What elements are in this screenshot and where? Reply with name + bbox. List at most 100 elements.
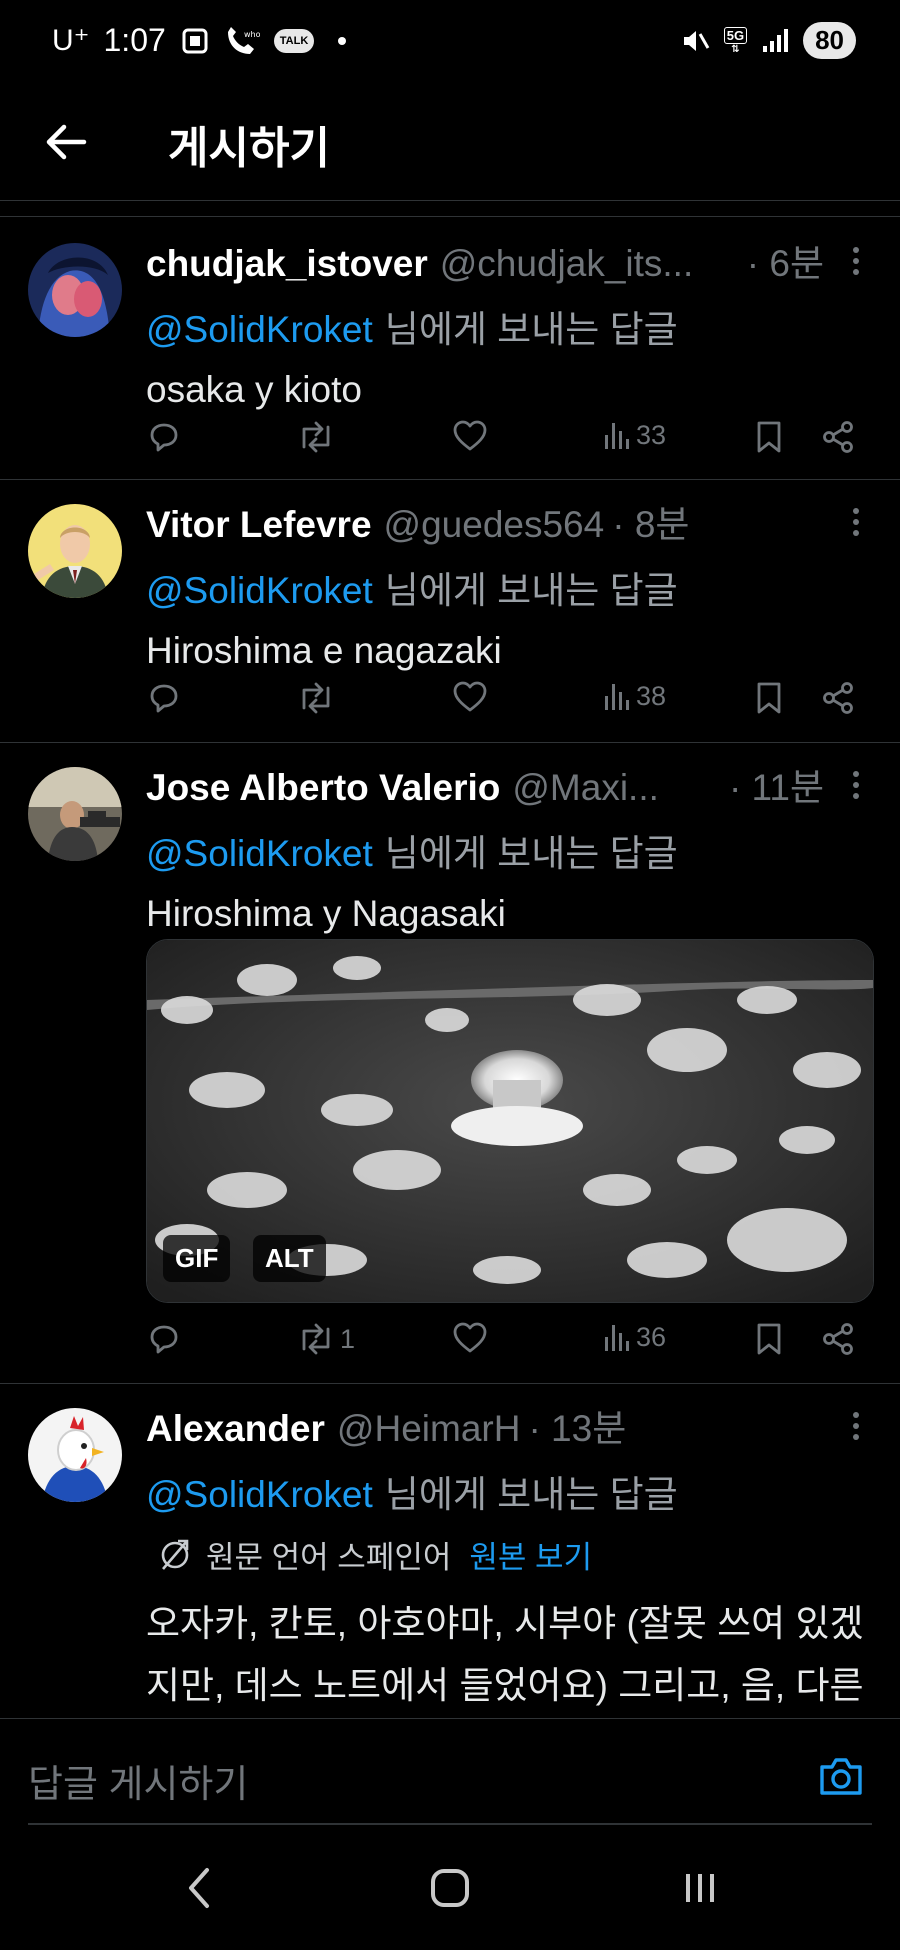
- bookmark-button[interactable]: [754, 419, 784, 455]
- more-options-button[interactable]: [836, 241, 876, 281]
- reply-context: @SolidKroket 님에게 보내는 답글: [146, 823, 876, 877]
- alt-badge[interactable]: ALT: [253, 1235, 326, 1282]
- reply-tweet[interactable]: Jose Alberto Valerio @Maxi... · 11분 @Sol…: [0, 743, 900, 1384]
- tweet-time: · 11분: [728, 767, 824, 808]
- retweet-button[interactable]: [296, 680, 340, 716]
- share-button[interactable]: [820, 680, 856, 716]
- tweet-actions: 1 36: [146, 1321, 880, 1365]
- reply-context-label: 님에게 보내는 답글: [384, 570, 678, 611]
- author-handle[interactable]: @HeimarH: [337, 1408, 521, 1450]
- screenshot-icon: [180, 26, 210, 56]
- network-label: 5G: [723, 26, 748, 44]
- bookmark-icon: [757, 1323, 781, 1355]
- nav-back-button[interactable]: [170, 1860, 226, 1916]
- carrier-label: U⁺: [52, 24, 90, 57]
- show-original-link[interactable]: 원본 보기: [469, 1532, 592, 1577]
- views-icon: [605, 1325, 629, 1351]
- tweet-time: · 6분: [746, 243, 824, 284]
- battery-indicator: 80: [803, 22, 856, 59]
- bookmark-button[interactable]: [754, 680, 784, 716]
- bookmark-icon: [757, 421, 781, 453]
- network-5g-icon: 5G ⇅: [723, 26, 748, 55]
- share-icon: [823, 682, 853, 714]
- retweet-icon: [302, 1323, 330, 1355]
- nav-recents-button[interactable]: [670, 1860, 730, 1916]
- mention-link[interactable]: @SolidKroket: [146, 570, 373, 611]
- status-bar: U⁺ 1:07 who TALK 5G ⇅ 80: [0, 0, 900, 84]
- tweet-actions: 33: [146, 419, 880, 463]
- bookmark-button[interactable]: [754, 1321, 784, 1357]
- views-count: 36: [636, 1321, 667, 1352]
- author-handle[interactable]: @guedes564: [384, 504, 605, 546]
- camera-button[interactable]: [818, 1755, 864, 1802]
- more-options-button[interactable]: [836, 502, 876, 542]
- reply-icon: [150, 1325, 178, 1354]
- reply-feed[interactable]: chudjak_istover @chudjak_its... · 6분 @So…: [0, 216, 900, 1719]
- views-icon: [605, 684, 629, 710]
- tweet-time: · 13분: [528, 1408, 627, 1449]
- more-icon: [853, 771, 859, 777]
- avatar[interactable]: [28, 1408, 122, 1502]
- reply-button[interactable]: [146, 419, 182, 455]
- author-handle[interactable]: @chudjak_its...: [440, 243, 694, 285]
- author-handle[interactable]: @Maxi...: [512, 767, 659, 809]
- nav-home-icon: [431, 1869, 469, 1907]
- retweet-button[interactable]: 1: [296, 1321, 355, 1357]
- avatar[interactable]: [28, 243, 122, 337]
- reply-context-label: 님에게 보내는 답글: [384, 833, 678, 874]
- tweet-text: 오자카, 칸토, 아호야마, 시부야 (잘못 쓰여 있겠지만, 데스 노트에서 …: [146, 1603, 864, 1706]
- like-button[interactable]: [452, 419, 488, 453]
- share-icon: [823, 421, 853, 453]
- reply-input[interactable]: 답글 게시하기: [28, 1753, 248, 1808]
- author-name[interactable]: Jose Alberto Valerio: [146, 767, 500, 809]
- like-icon: [453, 681, 487, 712]
- reply-tweet[interactable]: chudjak_istover @chudjak_its... · 6분 @So…: [0, 217, 900, 480]
- system-nav-bar: [0, 1828, 900, 1950]
- nav-back-icon: [189, 1868, 209, 1908]
- camera-icon: [820, 1758, 862, 1795]
- reply-context: @SolidKroket 님에게 보내는 답글: [146, 1464, 876, 1518]
- like-icon: [453, 1322, 487, 1353]
- reply-icon: [150, 684, 178, 713]
- notification-dot-icon: [338, 36, 347, 45]
- mention-link[interactable]: @SolidKroket: [146, 1474, 373, 1515]
- reply-button[interactable]: [146, 680, 182, 716]
- like-button[interactable]: [452, 680, 488, 714]
- views-button[interactable]: 36: [602, 1321, 666, 1353]
- more-icon: [853, 508, 859, 514]
- retweet-button[interactable]: [296, 419, 340, 455]
- more-options-button[interactable]: [836, 765, 876, 805]
- back-arrow-icon: [46, 124, 87, 160]
- like-button[interactable]: [452, 1321, 488, 1355]
- reply-button[interactable]: [146, 1321, 182, 1357]
- signal-icon: [761, 28, 789, 54]
- reply-tweet[interactable]: Vitor Lefevre @guedes564 · 8분 @SolidKrok…: [0, 480, 900, 743]
- gif-media[interactable]: GIF ALT: [146, 939, 874, 1303]
- avatar[interactable]: [28, 504, 122, 598]
- like-icon: [453, 420, 487, 451]
- avatar[interactable]: [28, 767, 122, 861]
- tweet-text: Hiroshima e nagazaki: [146, 630, 502, 671]
- mute-icon: [680, 26, 710, 56]
- nav-home-button[interactable]: [420, 1860, 480, 1916]
- retweet-icon: [302, 682, 330, 714]
- author-name[interactable]: Vitor Lefevre: [146, 504, 372, 546]
- translation-label: 원문 언어 스페인어: [206, 1540, 452, 1575]
- reply-context: @SolidKroket 님에게 보내는 답글: [146, 299, 876, 353]
- tweet-time: · 8분: [612, 504, 690, 545]
- views-icon: [605, 423, 629, 449]
- share-button[interactable]: [820, 1321, 856, 1357]
- views-button[interactable]: 38: [602, 680, 666, 712]
- reply-tweet[interactable]: Alexander @HeimarH · 13분 @SolidKroket 님에게…: [0, 1384, 900, 1719]
- more-options-button[interactable]: [836, 1406, 876, 1446]
- views-count: 38: [636, 680, 667, 711]
- tweet-text: osaka y kioto: [146, 369, 362, 410]
- author-name[interactable]: Alexander: [146, 1408, 325, 1450]
- author-name[interactable]: chudjak_istover: [146, 243, 428, 285]
- back-button[interactable]: [40, 116, 92, 168]
- tweet-text: Hiroshima y Nagasaki: [146, 893, 506, 934]
- mention-link[interactable]: @SolidKroket: [146, 309, 373, 350]
- views-button[interactable]: 33: [602, 419, 666, 451]
- mention-link[interactable]: @SolidKroket: [146, 833, 373, 874]
- share-button[interactable]: [820, 419, 856, 455]
